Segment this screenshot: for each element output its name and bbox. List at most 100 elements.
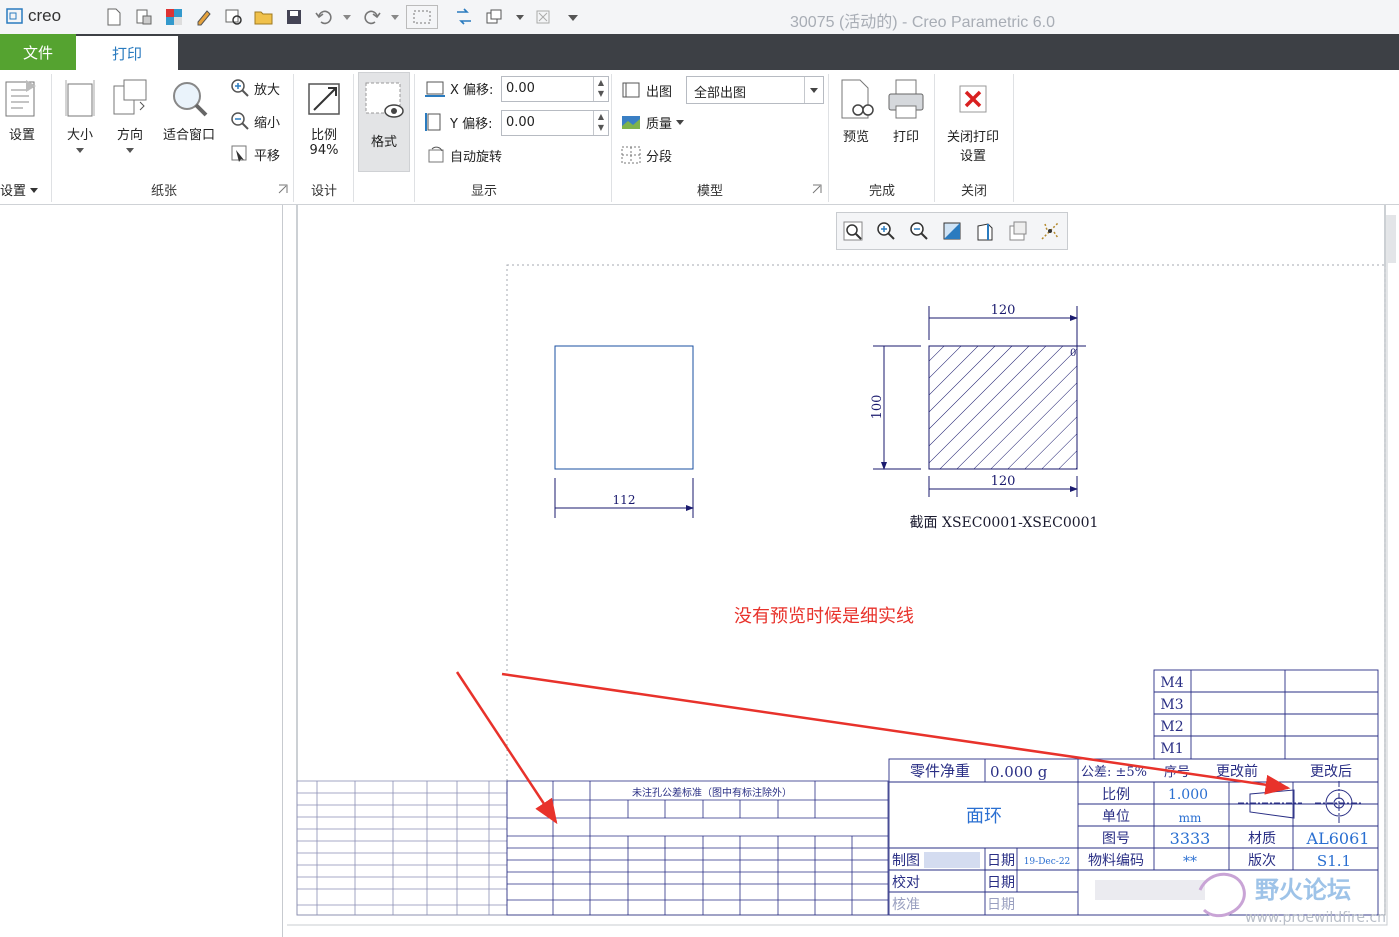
- canvas-scrollbar[interactable]: [1388, 215, 1396, 263]
- scale-button[interactable]: 比例 94%: [300, 76, 348, 158]
- pan-label: 平移: [254, 148, 281, 164]
- material-code-label: 物料编码: [1088, 853, 1144, 869]
- new-file-icon[interactable]: [104, 7, 124, 27]
- scale-value: 94%: [309, 143, 339, 158]
- plot-select-dropdown[interactable]: [804, 77, 823, 103]
- part-weight-value: 0.000 g: [990, 763, 1048, 781]
- orientation-label: 方向: [116, 128, 143, 143]
- regenerate-icon[interactable]: [194, 7, 214, 27]
- group-separator: [934, 74, 935, 202]
- scale-icon: [308, 83, 340, 115]
- front-view-square: [554, 345, 694, 470]
- y-offset-icon: [425, 113, 441, 131]
- quality-button[interactable]: 质量: [620, 112, 685, 132]
- m4-label: M4: [1160, 675, 1183, 691]
- display-group-label: 显示: [470, 184, 497, 199]
- chevron-down-icon: [76, 148, 84, 153]
- plot-label-wrap: 出图: [620, 80, 672, 100]
- ribbon-tab-bar: 文件 打印: [0, 34, 1399, 70]
- logo-text: creo: [28, 6, 62, 25]
- print-button[interactable]: 打印: [884, 76, 928, 145]
- zoom-in-button[interactable]: 放大: [230, 78, 280, 98]
- fit-window-icon: [173, 82, 208, 117]
- plot-select[interactable]: 全部出图: [686, 76, 824, 104]
- customize-toolbar-icon[interactable]: [563, 7, 583, 27]
- tolerance-table: [506, 780, 889, 916]
- windows-icon[interactable]: [484, 7, 504, 27]
- setup-group-dropdown[interactable]: 设置: [0, 180, 39, 199]
- y-offset-field: Y 偏移:: [424, 112, 492, 132]
- orientation-button[interactable]: 方向: [108, 76, 152, 158]
- format-button[interactable]: 格式: [358, 72, 410, 172]
- dim-text-left: 100: [870, 395, 885, 420]
- pan-button[interactable]: 平移: [230, 144, 280, 164]
- close-print-label-line2: 设置: [959, 149, 986, 164]
- zoom-in-label: 放大: [254, 82, 281, 98]
- redo-icon[interactable]: [362, 7, 382, 27]
- group-launcher-icon[interactable]: [278, 184, 288, 194]
- format-eye-icon: [365, 82, 404, 118]
- switch-windows-icon[interactable]: [454, 7, 474, 27]
- close-window-icon[interactable]: [533, 7, 553, 27]
- plot-select-value: 全部出图: [694, 86, 747, 101]
- windows-dropdown-icon[interactable]: [510, 7, 530, 27]
- close-print-settings-button[interactable]: 关闭打印 设置: [940, 76, 1006, 164]
- preview-icon: [841, 79, 874, 119]
- sheet-shadow: [287, 215, 1388, 926]
- open-folder-icon[interactable]: [254, 7, 274, 27]
- date-label-1: 日期: [987, 853, 1015, 869]
- x-offset-icon: [425, 81, 445, 97]
- undo-dropdown-icon[interactable]: [337, 7, 357, 27]
- watermark-name: 野火论坛: [1255, 876, 1351, 904]
- group-separator: [611, 74, 612, 202]
- undo-icon[interactable]: [314, 7, 334, 27]
- size-button[interactable]: 大小: [58, 76, 102, 158]
- y-offset-label: Y 偏移:: [450, 116, 493, 132]
- x-offset-label: X 偏移:: [450, 82, 494, 98]
- search-window-icon[interactable]: [224, 7, 244, 27]
- group-separator: [353, 74, 354, 202]
- tab-print[interactable]: 打印: [76, 36, 178, 70]
- m1-label: M1: [1160, 741, 1183, 757]
- group-separator: [414, 74, 415, 202]
- y-offset-spinner[interactable]: ▲ ▼: [593, 111, 608, 135]
- watermark: 野火论坛 www.proewildfire.cn: [1095, 872, 1386, 926]
- size-label: 大小: [66, 128, 93, 143]
- dim-text-112: 112: [613, 493, 636, 507]
- fit-window-button[interactable]: 适合窗口: [158, 76, 220, 143]
- auto-rotate-checkbox[interactable]: 自动旋转: [426, 145, 502, 165]
- date-value: 19-Dec-22: [1024, 857, 1071, 867]
- left-panel: [0, 205, 283, 937]
- y-offset-input[interactable]: 0.00 ▲ ▼: [501, 110, 609, 136]
- zoom-out-button[interactable]: 缩小: [230, 111, 280, 131]
- segment-label: 分段: [646, 149, 673, 165]
- close-group-label: 关闭: [960, 184, 987, 199]
- redo-dropdown-icon[interactable]: [385, 7, 405, 27]
- plot-label: 出图: [646, 84, 673, 100]
- segment-button[interactable]: 分段: [620, 145, 672, 165]
- x-offset-input[interactable]: 0.00 ▲ ▼: [501, 76, 609, 102]
- page-setup-icon: [5, 80, 36, 117]
- part-name: 面环: [966, 806, 1002, 827]
- preview-button[interactable]: 预览: [834, 76, 878, 145]
- chevron-down-icon: [810, 88, 818, 93]
- setup-button[interactable]: 设置: [2, 76, 42, 143]
- app-logo: creo: [6, 6, 61, 26]
- section-view: [928, 345, 1078, 470]
- x-offset-spinner[interactable]: ▲ ▼: [593, 77, 608, 101]
- select-box-icon[interactable]: [406, 5, 438, 29]
- date-label-3: 日期: [987, 897, 1015, 913]
- material-label: 材质: [1248, 831, 1276, 847]
- tab-file[interactable]: 文件: [0, 34, 76, 70]
- check-label: 校对: [892, 874, 920, 891]
- open-session-icon[interactable]: [134, 7, 154, 27]
- color-scheme-icon[interactable]: [164, 7, 184, 27]
- zoom-in-icon: [231, 79, 249, 97]
- projection-symbol-icon: [1238, 781, 1363, 825]
- scale-label: 比例: [310, 128, 337, 143]
- x-offset-value: 0.00: [506, 81, 535, 96]
- drafter-label: 制图: [892, 853, 920, 869]
- left-border-table: [296, 780, 508, 916]
- save-icon[interactable]: [284, 7, 304, 27]
- group-launcher-icon[interactable]: [812, 184, 822, 194]
